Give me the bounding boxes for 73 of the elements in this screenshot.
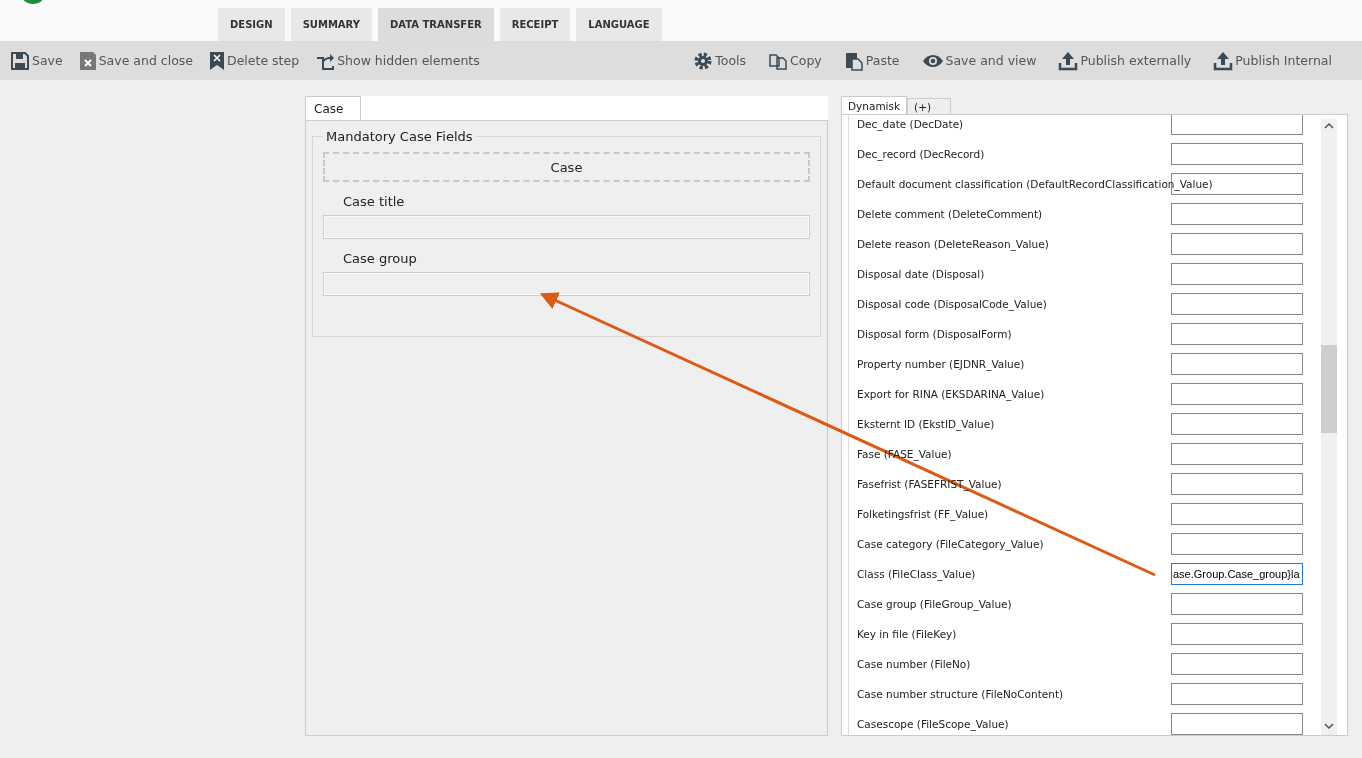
input-field[interactable] [1171, 143, 1303, 165]
upload-icon [1213, 50, 1234, 71]
chevron-up-icon[interactable] [1324, 123, 1334, 129]
group-title: Mandatory Case Fields [325, 129, 474, 144]
field-label: Default document classification (DefaultRecordClassification_Value) [857, 178, 1213, 190]
input-field[interactable] [1171, 683, 1303, 705]
bookmark-x-icon [209, 50, 226, 71]
field-label: Case group (FileGroup_Value) [857, 598, 1012, 610]
toolbar-button[interactable]: Tools [693, 50, 747, 71]
scrollbar[interactable] [1321, 119, 1337, 735]
field-label: Case number (FileNo) [857, 658, 971, 670]
field-label: Case group [342, 250, 418, 268]
nav-tab[interactable]: LANGUAGE [576, 8, 662, 41]
field-label: Casescope (FileScope_Value) [857, 718, 1009, 730]
input-field[interactable] [323, 215, 810, 239]
input-field[interactable] [1171, 623, 1303, 645]
field-label: Disposal date (Disposal) [857, 268, 985, 280]
field-label: Disposal form (DisposalForm) [857, 328, 1012, 340]
field-label: Case category (FileCategory_Value) [857, 538, 1044, 550]
field-label: Dec_record (DecRecord) [857, 148, 985, 160]
field-label: Class (FileClass_Value) [857, 568, 976, 580]
toolbar-button[interactable]: Delete step [209, 50, 300, 71]
field-label: Delete comment (DeleteComment) [857, 208, 1043, 220]
input-field[interactable] [1171, 233, 1303, 255]
input-field[interactable] [1171, 293, 1303, 315]
chevron-down-icon[interactable] [1324, 723, 1334, 729]
toolbar-button[interactable]: Paste [843, 50, 900, 71]
section-title: Case [550, 159, 583, 175]
toolbar-button[interactable]: Save and close [78, 50, 194, 71]
toolbar-button[interactable]: Copy [768, 50, 822, 71]
input-field[interactable] [1171, 115, 1303, 135]
field-label: Dec_date (DecDate) [857, 118, 964, 130]
panel-tab[interactable]: Case [305, 96, 361, 120]
field-label: Export for RINA (EKSDARINA_Value) [857, 388, 1045, 400]
input-field[interactable] [1171, 503, 1303, 525]
nav-tab[interactable]: SUMMARY [290, 8, 372, 41]
input-field[interactable] [1171, 653, 1303, 675]
field-label: Property number (EJDNR_Value) [857, 358, 1025, 370]
field-label: Case number structure (FileNoContent) [857, 688, 1064, 700]
input-field[interactable] [323, 272, 810, 296]
input-field[interactable] [1171, 443, 1303, 465]
input-field[interactable] [1171, 383, 1303, 405]
nav-tab[interactable]: DESIGN [218, 8, 285, 41]
field-label: Key in file (FileKey) [857, 628, 957, 640]
panel-tab[interactable]: Dynamisk [841, 96, 908, 114]
input-field[interactable] [1171, 713, 1303, 735]
toolbar-button[interactable]: Save and view [921, 50, 1037, 71]
input-field[interactable] [1171, 593, 1303, 615]
gear-icon [693, 50, 714, 71]
nav-tab[interactable]: DATA TRANSFER [378, 8, 494, 41]
input-field[interactable] [1171, 533, 1303, 555]
input-field[interactable] [1171, 323, 1303, 345]
input-field[interactable] [1171, 203, 1303, 225]
field-label: Eksternt ID (EkstID_Value) [857, 418, 995, 430]
field-label: Case title [342, 193, 406, 211]
input-field[interactable] [1171, 353, 1303, 375]
toolbar-button[interactable]: Save [10, 50, 63, 71]
scroll-thumb[interactable] [1321, 345, 1337, 433]
field-label: Disposal code (DisposalCode_Value) [857, 298, 1047, 310]
field-label: Delete reason (DeleteReason_Value) [857, 238, 1049, 250]
input-field[interactable] [1171, 473, 1303, 495]
input-field[interactable] [1171, 263, 1303, 285]
toolbar-button[interactable]: Publish externally [1058, 50, 1192, 71]
upload-icon [1058, 50, 1079, 71]
input-field[interactable]: ase.Group.Case_group}la [1171, 563, 1303, 585]
floppy-close-icon [78, 50, 97, 71]
panel-tab[interactable]: (+) [907, 98, 952, 114]
nav-tab[interactable]: RECEIPT [499, 8, 571, 41]
paste-icon [843, 50, 864, 71]
field-label: Folketingsfrist (FF_Value) [857, 508, 989, 520]
input-field[interactable] [1171, 413, 1303, 435]
toolbar-button[interactable]: Show hidden elements [315, 50, 480, 71]
toolbar-button[interactable]: Publish Internal [1213, 50, 1332, 71]
